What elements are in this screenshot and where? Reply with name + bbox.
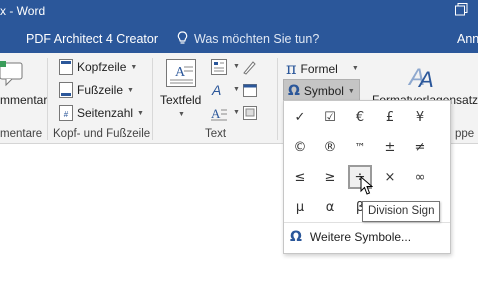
- textbox-icon: A: [166, 59, 196, 87]
- pi-icon: π: [286, 59, 297, 78]
- equation-button[interactable]: π Formel ▼: [286, 59, 359, 78]
- title-bar: x - Word: [0, 0, 478, 24]
- quick-parts-button[interactable]: ▼: [211, 59, 257, 77]
- header-button[interactable]: Kopfzeile ▼: [59, 59, 137, 75]
- chevron-down-icon: ▼: [137, 109, 144, 117]
- separator: [152, 58, 153, 140]
- symbol-cell[interactable]: ≤: [288, 165, 312, 189]
- comment-icon: [0, 61, 23, 87]
- chevron-down-icon: ▼: [347, 87, 355, 95]
- dropcap-icon: A: [211, 106, 227, 121]
- date-time-icon: [243, 84, 257, 97]
- style-set-icon: A A: [407, 64, 434, 91]
- symbol-cell[interactable]: ∞: [408, 165, 432, 189]
- textbox-button[interactable]: A Textfeld ▼: [160, 59, 204, 123]
- tell-me-search[interactable]: Was möchten Sie tun?: [177, 31, 319, 46]
- footer-icon: [59, 82, 73, 98]
- wordart-button[interactable]: A ▼: [211, 82, 257, 100]
- symbol-cell[interactable]: ©: [288, 135, 312, 159]
- chevron-down-icon: ▼: [233, 86, 240, 93]
- symbol-cell[interactable]: ®: [318, 135, 342, 159]
- group-label-kommentare: mentare: [0, 128, 43, 140]
- svg-text:A: A: [211, 106, 221, 121]
- window-title: x - Word: [0, 4, 46, 18]
- page-number-label: Seitenzahl: [77, 106, 134, 120]
- symbol-cell[interactable]: ¥: [408, 105, 432, 129]
- group-label-kopf-fusszeile: Kopf- und Fußzeile: [53, 128, 151, 140]
- mouse-cursor-icon: [360, 176, 373, 195]
- wordart-icon: A: [211, 82, 221, 98]
- symbol-cell[interactable]: ™: [348, 135, 372, 159]
- header-icon: [59, 59, 73, 75]
- more-symbols-label: Weitere Symbole...: [309, 230, 412, 244]
- omega-icon: Ω: [290, 229, 302, 245]
- symbol-cell[interactable]: ≥: [318, 165, 342, 189]
- dropcap-button[interactable]: A ▼: [211, 105, 257, 123]
- tab-pdf-architect[interactable]: PDF Architect 4 Creator: [26, 32, 158, 46]
- separator: [47, 58, 48, 140]
- header-label: Kopfzeile: [77, 60, 127, 74]
- symbol-cell[interactable]: ≠: [408, 135, 432, 159]
- symbol-cell[interactable]: µ: [288, 195, 312, 219]
- new-comment-button[interactable]: mmentar: [0, 93, 47, 107]
- svg-text:A: A: [417, 67, 434, 91]
- chevron-down-icon: ▼: [233, 109, 240, 116]
- tell-me-label: Was möchten Sie tun?: [194, 31, 320, 46]
- symbol-cell[interactable]: ☑: [318, 105, 342, 129]
- restore-window-icon[interactable]: [455, 3, 468, 16]
- equation-label: Formel: [300, 61, 338, 76]
- page-number-button[interactable]: # Seitenzahl ▼: [59, 105, 144, 121]
- lightbulb-icon: [177, 31, 188, 44]
- symbol-cell[interactable]: ✓: [288, 105, 312, 129]
- svg-text:#: #: [64, 110, 69, 119]
- group-label-text: Text: [205, 128, 227, 140]
- footer-button[interactable]: Fußzeile ▼: [59, 82, 134, 98]
- symbol-cell[interactable]: ×: [378, 165, 402, 189]
- group-label-design: ppe: [455, 128, 475, 140]
- signature-icon: [243, 61, 256, 75]
- object-icon: [243, 106, 257, 120]
- separator: [277, 58, 278, 140]
- more-symbols-button[interactable]: Ω Weitere Symbole...: [284, 222, 450, 251]
- textbox-label: Textfeld: [160, 93, 202, 107]
- chevron-down-icon: ▼: [233, 63, 240, 70]
- symbol-cell[interactable]: €: [348, 105, 372, 129]
- chevron-down-icon: ▼: [127, 86, 134, 94]
- page-number-icon: #: [59, 105, 73, 121]
- user-account[interactable]: Ann: [457, 32, 478, 46]
- svg-text:A: A: [211, 82, 221, 98]
- symbol-cell[interactable]: ±: [378, 135, 402, 159]
- chevron-down-icon: ▼: [178, 111, 185, 118]
- chevron-down-icon: ▼: [351, 65, 359, 72]
- ribbon-tab-bar: PDF Architect 4 Creator Was möchten Sie …: [0, 24, 478, 53]
- symbol-cell[interactable]: £: [378, 105, 402, 129]
- chevron-down-icon: ▼: [130, 63, 138, 71]
- symbol-tooltip: Division Sign: [362, 201, 441, 222]
- footer-label: Fußzeile: [77, 83, 124, 97]
- omega-icon: Ω: [288, 83, 300, 99]
- quick-parts-icon: [211, 59, 227, 75]
- symbol-cell[interactable]: α: [318, 195, 342, 219]
- symbol-label: Symbol: [303, 84, 344, 98]
